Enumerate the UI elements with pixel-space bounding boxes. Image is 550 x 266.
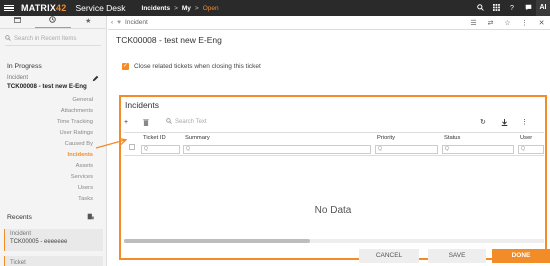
related-user-ratings[interactable]: User Ratings: [57, 128, 93, 139]
save-button[interactable]: SAVE: [428, 249, 486, 263]
grid-search-placeholder: Search Text: [175, 119, 207, 125]
breadcrumb-my[interactable]: My: [182, 5, 191, 12]
recent-item-type: Ticket: [10, 260, 26, 266]
scrollbar-thumb[interactable]: [124, 239, 310, 243]
back-icon[interactable]: ‹: [111, 19, 113, 26]
hamburger-icon[interactable]: [4, 4, 14, 12]
sidebar-search[interactable]: Search in Recent Items: [5, 32, 101, 46]
tab-favorites[interactable]: ★: [71, 16, 106, 28]
filter-summary[interactable]: Q: [183, 145, 371, 154]
breadcrumb-open[interactable]: Open: [203, 5, 219, 12]
done-button[interactable]: DONE: [492, 249, 550, 263]
filter-priority[interactable]: Q: [375, 145, 438, 154]
exchange-icon[interactable]: ⇄: [482, 19, 499, 27]
refresh-icon[interactable]: ↻: [480, 116, 486, 128]
tab-label: Incident: [125, 19, 148, 26]
close-related-label: Close related tickets when closing this …: [134, 63, 261, 70]
more-vertical-icon[interactable]: ⋮: [521, 116, 528, 128]
cancel-button[interactable]: CANCEL: [359, 249, 419, 263]
filter-user[interactable]: Q: [518, 145, 544, 154]
breadcrumb-incidents[interactable]: Incidents: [142, 5, 171, 12]
close-related-checkbox-row[interactable]: ✓ Close related tickets when closing thi…: [122, 63, 261, 70]
no-data-message: No Data: [314, 205, 352, 216]
star-outline-icon[interactable]: ☆: [499, 19, 516, 27]
item-type: Incident: [7, 75, 29, 81]
related-caused-by[interactable]: Caused By: [57, 139, 93, 150]
search-icon[interactable]: [472, 3, 488, 13]
breadcrumb: Incidents > My > Open: [142, 5, 219, 12]
recent-item[interactable]: Incident TCK00005 - eeeeeee: [4, 229, 103, 251]
delete-icon[interactable]: [143, 116, 149, 128]
related-tasks[interactable]: Tasks: [57, 194, 93, 205]
clear-recents-icon[interactable]: [87, 213, 94, 222]
close-icon[interactable]: ✕: [533, 19, 550, 27]
add-icon[interactable]: +: [124, 116, 128, 128]
avatar[interactable]: AI: [536, 0, 550, 16]
history-icon: [49, 16, 57, 25]
horizontal-scrollbar[interactable]: [124, 239, 544, 243]
incidents-panel: Incidents + Search Text ↻ ⋮ Ticket ID Su…: [119, 95, 547, 260]
related-list: General Attachments Time Tracking User R…: [57, 95, 93, 205]
related-users[interactable]: Users: [57, 183, 93, 194]
more-vertical-icon[interactable]: ⋮: [516, 19, 533, 27]
recents-title: Recents: [7, 214, 32, 221]
tab-pinned[interactable]: [0, 16, 35, 28]
sidebar-tabs: ★: [0, 16, 106, 29]
app-name: Service Desk: [75, 3, 126, 13]
ticket-title: TCK00008 - test new E-Eng: [116, 35, 222, 45]
related-general[interactable]: General: [57, 95, 93, 106]
in-progress-title: In Progress: [7, 63, 42, 70]
related-time-tracking[interactable]: Time Tracking: [57, 117, 93, 128]
recent-item-type: Incident: [10, 231, 32, 237]
select-all-checkbox[interactable]: [129, 144, 135, 150]
in-progress-item[interactable]: Incident TCK00008 - test new E-Eng: [7, 75, 99, 94]
star-icon: ★: [85, 18, 92, 25]
breadcrumb-separator: >: [194, 4, 199, 12]
pin-icon: [14, 17, 22, 25]
chat-icon[interactable]: [520, 4, 536, 13]
panel-title: Incidents: [125, 100, 160, 110]
grid-header: Ticket ID Summary Priority Status User: [124, 132, 544, 143]
filter-row: Q Q Q Q Q: [124, 143, 544, 156]
heart-icon: ♥: [117, 19, 122, 26]
tab-actions: ☰ ⇄ ☆ ⋮ ✕: [465, 16, 550, 30]
close-related-checkbox[interactable]: ✓: [122, 63, 129, 70]
annotation-arrow: [95, 138, 128, 149]
search-icon: [166, 118, 172, 126]
recent-item-value: TCK00005 - eeeeeee: [10, 239, 68, 245]
main-content: ‹ ♥ Incident ☰ ⇄ ☆ ⋮ ✕ TCK00008 - test n…: [108, 16, 550, 266]
top-bar: MATRIX42 Service Desk Incidents > My > O…: [0, 0, 550, 16]
grid-icon[interactable]: [488, 3, 504, 13]
related-incidents[interactable]: Incidents: [57, 150, 93, 161]
pencil-icon[interactable]: [92, 75, 99, 84]
search-placeholder: Search in Recent Items: [14, 35, 77, 42]
sidebar: ★ Search in Recent Items In Progress Inc…: [0, 16, 107, 266]
related-assets[interactable]: Assets: [57, 161, 93, 172]
filter-ticket-id[interactable]: Q: [141, 145, 180, 154]
related-services[interactable]: Services: [57, 172, 93, 183]
download-icon[interactable]: [501, 116, 508, 128]
logo: MATRIX42: [21, 3, 67, 13]
item-title: TCK00008 - test new E-Eng: [7, 83, 87, 90]
related-attachments[interactable]: Attachments: [57, 106, 93, 117]
checklist-icon[interactable]: ☰: [465, 19, 482, 27]
search-icon: [5, 34, 11, 43]
tab-history[interactable]: [35, 16, 71, 28]
help-icon[interactable]: ?: [504, 5, 520, 12]
filter-status[interactable]: Q: [442, 145, 514, 154]
grid-search-input[interactable]: Search Text: [166, 116, 207, 128]
form-footer: CANCEL SAVE DONE: [108, 248, 550, 266]
recent-item[interactable]: Ticket: [4, 256, 103, 266]
breadcrumb-separator: >: [174, 4, 178, 12]
